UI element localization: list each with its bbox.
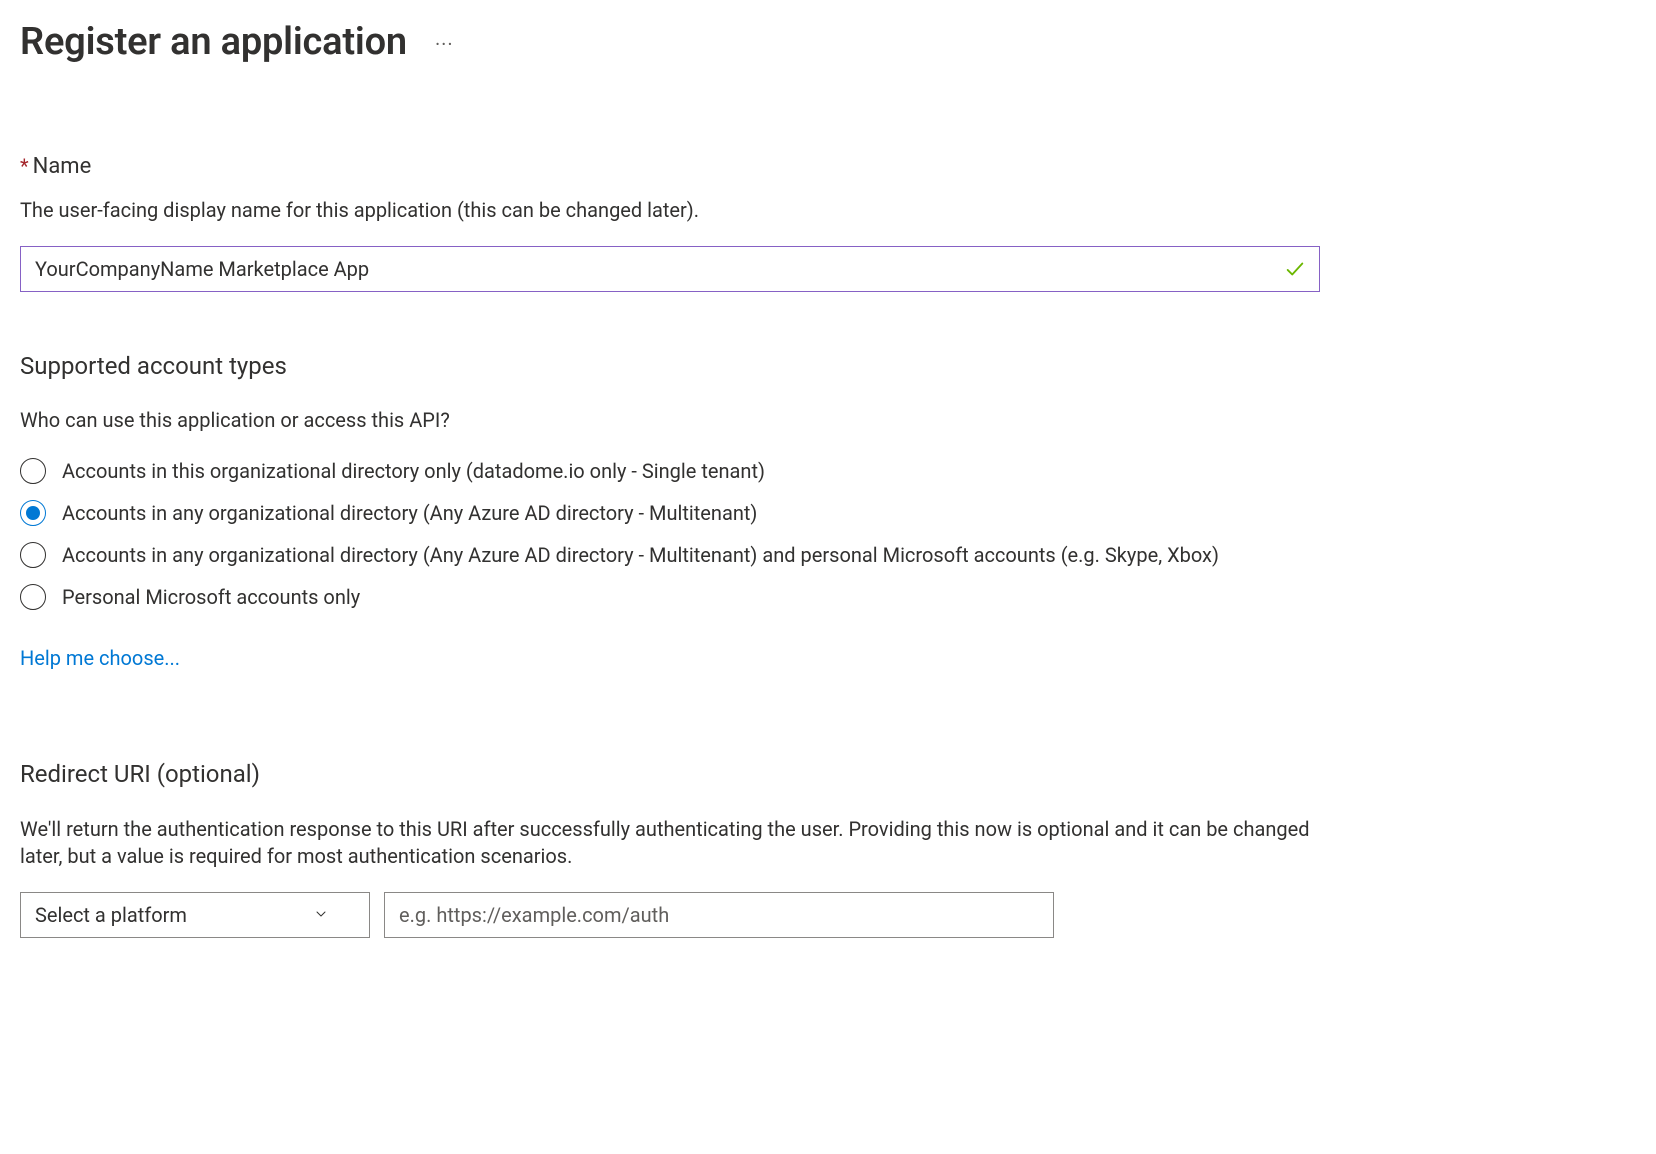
platform-select-value: Select a platform xyxy=(35,903,187,927)
required-indicator: * xyxy=(20,154,29,178)
more-actions-icon[interactable]: ··· xyxy=(435,30,454,54)
radio-label: Accounts in this organizational director… xyxy=(62,459,765,483)
redirect-uri-section: Redirect URI (optional) We'll return the… xyxy=(20,760,1320,938)
radio-option-multitenant-personal[interactable]: Accounts in any organizational directory… xyxy=(20,542,1320,568)
radio-icon xyxy=(20,584,46,610)
radio-label: Accounts in any organizational directory… xyxy=(62,543,1219,567)
name-section: *Name The user-facing display name for t… xyxy=(20,154,1320,292)
name-description: The user-facing display name for this ap… xyxy=(20,197,1320,224)
radio-option-single-tenant[interactable]: Accounts in this organizational director… xyxy=(20,458,1320,484)
account-types-section: Supported account types Who can use this… xyxy=(20,352,1320,670)
page-title: Register an application xyxy=(20,20,407,64)
name-label: Name xyxy=(33,154,92,179)
name-input[interactable] xyxy=(20,246,1320,292)
radio-icon xyxy=(20,458,46,484)
radio-icon xyxy=(20,542,46,568)
radio-label: Personal Microsoft accounts only xyxy=(62,585,360,609)
redirect-uri-input[interactable] xyxy=(384,892,1054,938)
platform-select[interactable]: Select a platform xyxy=(20,892,370,938)
redirect-heading: Redirect URI (optional) xyxy=(20,760,1320,788)
chevron-down-icon xyxy=(313,903,329,927)
account-types-question: Who can use this application or access t… xyxy=(20,408,1320,432)
radio-label: Accounts in any organizational directory… xyxy=(62,501,757,525)
radio-option-personal-only[interactable]: Personal Microsoft accounts only xyxy=(20,584,1320,610)
help-me-choose-link[interactable]: Help me choose... xyxy=(20,646,180,670)
account-types-heading: Supported account types xyxy=(20,352,1320,380)
radio-icon xyxy=(20,500,46,526)
redirect-description: We'll return the authentication response… xyxy=(20,816,1320,870)
radio-option-multitenant[interactable]: Accounts in any organizational directory… xyxy=(20,500,1320,526)
account-types-radio-group: Accounts in this organizational director… xyxy=(20,458,1320,610)
